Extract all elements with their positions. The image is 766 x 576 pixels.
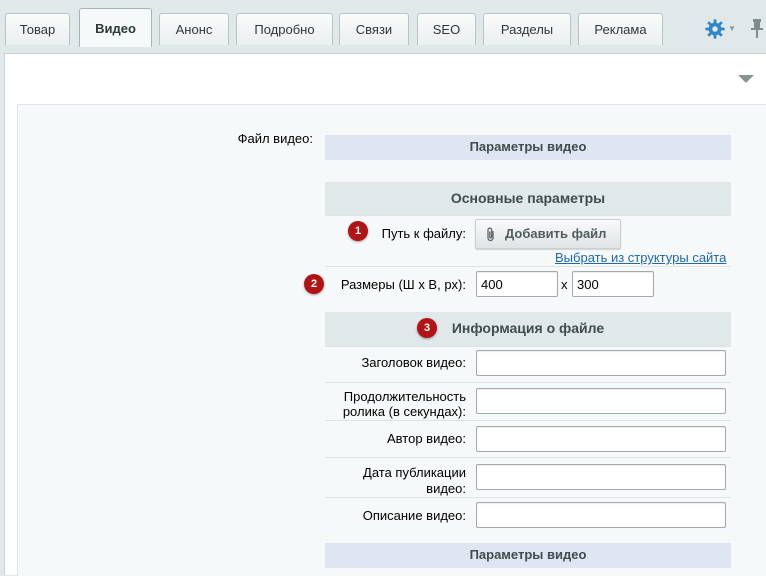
file-info-header: Информация о файле	[325, 312, 731, 346]
chevron-down-icon[interactable]: ▼	[728, 24, 736, 33]
author-label: Автор видео:	[387, 431, 466, 446]
publish-date-input[interactable]	[476, 464, 726, 490]
description-label: Описание видео:	[362, 508, 466, 523]
tab-product[interactable]: Товар	[5, 13, 70, 45]
collapse-arrow-icon[interactable]	[738, 75, 754, 83]
duration-label-line-1: Продолжительность	[343, 389, 466, 404]
tab-bar: Товар Видео Анонс Подробно Связи SEO Раз…	[0, 0, 766, 54]
divider	[325, 420, 731, 421]
tab-video[interactable]: Видео	[79, 8, 152, 47]
date-label-line-2: видео:	[426, 481, 466, 496]
path-label: Путь к файлу:	[381, 226, 466, 241]
add-file-label: Добавить файл	[505, 226, 607, 241]
file-video-label: Файл видео:	[237, 131, 313, 146]
duration-input[interactable]	[476, 388, 726, 414]
step-badge-1: 1	[348, 221, 368, 241]
add-file-button[interactable]: Добавить файл	[475, 219, 621, 249]
divider	[325, 382, 731, 383]
tab-ads[interactable]: Реклама	[578, 13, 663, 45]
pin-icon[interactable]	[750, 17, 764, 39]
divider	[325, 457, 731, 458]
video-title-label: Заголовок видео:	[361, 355, 466, 370]
step-badge-3: 3	[417, 318, 437, 338]
tab-sections[interactable]: Разделы	[483, 13, 571, 45]
width-input[interactable]	[476, 271, 558, 297]
divider	[325, 497, 731, 498]
divider	[325, 215, 731, 216]
size-label: Размеры (Ш х В, px):	[340, 277, 466, 292]
paperclip-icon	[487, 227, 494, 242]
video-title-input[interactable]	[476, 350, 726, 376]
tab-links[interactable]: Связи	[339, 13, 409, 45]
main-params-header: Основные параметры	[325, 182, 731, 215]
gear-icon[interactable]	[704, 18, 726, 40]
step-badge-2: 2	[304, 274, 324, 294]
params-header: Параметры видео	[325, 135, 731, 160]
description-input[interactable]	[476, 502, 726, 528]
author-input[interactable]	[476, 426, 726, 452]
divider	[325, 346, 731, 347]
date-label-line-1: Дата публикации	[363, 465, 466, 480]
times-sign: x	[561, 277, 568, 292]
duration-label-line-2: ролика (в секундах):	[342, 404, 466, 419]
params-header-bottom: Параметры видео	[325, 543, 731, 568]
file-info-header-label: Информация о файле	[451, 320, 605, 336]
height-input[interactable]	[572, 271, 654, 297]
tab-details[interactable]: Подробно	[236, 13, 333, 45]
tab-seo[interactable]: SEO	[417, 13, 476, 45]
divider	[325, 266, 731, 267]
tab-announce[interactable]: Анонс	[159, 13, 229, 45]
choose-from-site-link[interactable]: Выбрать из структуры сайта	[555, 250, 726, 265]
